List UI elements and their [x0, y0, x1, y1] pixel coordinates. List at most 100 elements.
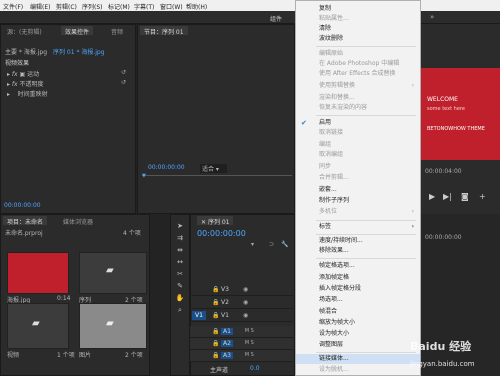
menu-item-restore-unrendered[interactable]: 恢复未渲染的内容 — [296, 103, 420, 113]
menu-item-unlink[interactable]: 取消链接 — [296, 128, 420, 138]
menu-item-make-offline[interactable]: 设为脱机... — [296, 365, 420, 375]
menu-item-scale-to-frame[interactable]: 缩放为帧大小 — [296, 318, 420, 328]
track-header-v2[interactable]: 🔒 V2 ◉ — [190, 297, 293, 309]
mute-solo-buttons[interactable]: M S — [240, 352, 254, 358]
menu-item-insert-frame-hold[interactable]: 插入帧定格分段 — [296, 284, 420, 294]
eye-icon[interactable]: ◉ — [243, 286, 248, 293]
menu-item-ripple-delete[interactable]: 波纹删除 — [296, 34, 420, 44]
rate-stretch-tool-icon[interactable]: ↔ — [175, 257, 185, 267]
sequence-clip-label[interactable]: 序列 01 * 海报.jpg — [53, 47, 105, 56]
hand-tool-icon[interactable]: ✋ — [175, 293, 185, 303]
eye-icon[interactable]: ◉ — [243, 299, 248, 306]
menu-item-merge-clips[interactable]: 合并剪辑... — [296, 173, 420, 183]
marker-icon[interactable]: ▾ — [251, 241, 254, 248]
tab-media-browser[interactable]: 媒体浏览器 — [59, 216, 97, 226]
menu-item-link-media[interactable]: 链接媒体... — [296, 354, 420, 364]
reset-icon[interactable]: ↺ — [121, 79, 126, 86]
program-title[interactable]: 节目：序列 01 — [140, 26, 188, 36]
menu-item-frame-hold-options[interactable]: 帧定格选项... — [296, 261, 420, 271]
menu-item-speed-duration[interactable]: 速度/持续时间... — [296, 236, 420, 246]
zoom-tool-icon[interactable]: ⌕ — [175, 305, 185, 315]
mute-solo-buttons[interactable]: M S — [240, 340, 254, 346]
menu-item-edit-original[interactable]: 编辑原始 — [296, 49, 420, 59]
track-header-a1[interactable]: 🔒 A1 M S — [190, 326, 293, 338]
pen-tool-icon[interactable]: ✎ — [175, 281, 185, 291]
effect-time-remap[interactable]: ▸ 时间重映射 — [7, 89, 48, 98]
menu-edit[interactable]: 编辑(E) — [30, 2, 50, 11]
tab-effect-controls[interactable]: 效果控件 — [61, 26, 94, 36]
menu-help[interactable]: 帮助(H) — [186, 2, 207, 11]
fit-select[interactable]: 适合 ▾ — [200, 164, 227, 173]
menu-title[interactable]: 字幕(T) — [134, 2, 154, 11]
export-frame-icon[interactable]: ◙ — [461, 192, 469, 201]
lock-icon[interactable]: 🔒 — [212, 312, 219, 319]
menu-file[interactable]: 文件(F) — [3, 2, 23, 11]
project-item-thumb[interactable]: ▰ — [79, 303, 147, 349]
program-scrub-bar[interactable] — [142, 175, 292, 176]
menu-item-replace-ae[interactable]: 使用 After Effects 合成替换 — [296, 69, 420, 79]
add-icon[interactable]: + — [479, 192, 486, 201]
tab-audio[interactable]: 音频 — [107, 26, 127, 36]
menu-item-render-replace[interactable]: 渲染和替换... — [296, 93, 420, 103]
menu-clip[interactable]: 剪辑(C) — [56, 2, 77, 11]
menu-item-adjustment-layer[interactable]: 调整图层 — [296, 340, 420, 350]
lock-icon[interactable]: 🔒 — [212, 286, 219, 293]
track-select-tool-icon[interactable]: ⇉ — [175, 233, 185, 243]
menu-item-paste-attributes[interactable]: 粘贴属性... — [296, 14, 420, 24]
menu-item-field-options[interactable]: 场选项... — [296, 295, 420, 305]
step-forward-icon[interactable]: ▶| — [443, 192, 452, 201]
snap-icon[interactable]: ⊃ — [269, 241, 274, 248]
menu-item-enable[interactable]: ✔ 启用 — [296, 118, 420, 128]
menu-marker[interactable]: 标记(M) — [108, 2, 130, 11]
menu-item-nest[interactable]: 嵌套... — [296, 185, 420, 195]
track-header-master[interactable]: 主声道 0.0 — [190, 363, 293, 374]
master-value[interactable]: 0.0 — [250, 365, 260, 372]
menu-item-edit-photoshop[interactable]: 在 Adobe Photoshop 中编辑 — [296, 59, 420, 69]
lock-icon[interactable]: 🔒 — [212, 352, 219, 359]
menu-item-set-to-frame[interactable]: 设为帧大小 — [296, 329, 420, 339]
reset-icon[interactable]: ↺ — [121, 69, 126, 76]
project-item-thumb[interactable]: ▰ — [79, 252, 147, 294]
menu-item-clear[interactable]: 清除 — [296, 24, 420, 34]
menu-item-multicam[interactable]: 多机位 › — [296, 207, 420, 217]
lock-icon[interactable]: 🔒 — [212, 328, 219, 335]
menu-sequence[interactable]: 序列(S) — [82, 2, 103, 11]
menu-item-ungroup[interactable]: 取消编组 — [296, 150, 420, 160]
menu-item-copy[interactable]: 复制 — [296, 4, 420, 14]
program-timecode[interactable]: 00:00:00:00 — [148, 164, 185, 171]
effect-timecode[interactable]: 00:00:00:00 — [4, 202, 41, 209]
razor-tool-icon[interactable]: ✂ — [175, 269, 185, 279]
menu-item-remove-effects[interactable]: 移除效果... — [296, 246, 420, 256]
menu-item-label-color[interactable]: 标签 › — [296, 222, 420, 232]
project-item-name[interactable]: 图片 — [79, 350, 91, 359]
tab-project[interactable]: 项目：未命名 — [3, 216, 48, 226]
menu-chevron-icon[interactable]: » — [430, 13, 434, 21]
menu-item-group[interactable]: 编组 — [296, 140, 420, 150]
master-clip-label[interactable]: 主要 * 海报.jpg — [5, 47, 47, 56]
menu-window[interactable]: 窗口(W) — [160, 2, 183, 11]
track-header-v1[interactable]: 🔒 V1 ◉ — [190, 310, 293, 322]
menu-item-frame-blend[interactable]: 帧混合 — [296, 307, 420, 317]
selection-tool-icon[interactable]: ➤ — [175, 221, 185, 231]
track-header-a3[interactable]: 🔒 A3 M S — [190, 350, 293, 362]
project-item-name[interactable]: 视频 — [7, 350, 19, 359]
project-item-thumb[interactable]: ▰ — [7, 303, 69, 349]
effect-motion[interactable]: ▸ fx ▣ 运动 — [7, 69, 39, 78]
menu-item-make-subsequence[interactable]: 制作子序列 — [296, 196, 420, 206]
workspace-label[interactable]: 组件 — [270, 14, 282, 23]
project-item-thumb[interactable] — [7, 252, 69, 294]
mute-solo-buttons[interactable]: M S — [240, 328, 254, 334]
menu-item-replace-with-clip[interactable]: 使用剪辑替换 › — [296, 81, 420, 91]
effect-opacity[interactable]: ▸ fx 不透明度 — [7, 79, 44, 88]
track-header-v3[interactable]: 🔒 V3 ◉ — [190, 284, 293, 296]
eye-icon[interactable]: ◉ — [243, 312, 248, 319]
track-header-a2[interactable]: 🔒 A2 M S — [190, 338, 293, 350]
menu-item-synchronize[interactable]: 同步 — [296, 162, 420, 172]
playhead-icon[interactable]: ▼ — [142, 173, 146, 179]
tab-source[interactable]: 源：(无剪辑) — [3, 26, 46, 36]
wrench-icon[interactable]: 🔧 — [281, 241, 288, 248]
ripple-edit-tool-icon[interactable]: ⇹ — [175, 245, 185, 255]
menu-item-add-frame-hold[interactable]: 添加帧定格 — [296, 273, 420, 283]
play-icon[interactable]: ▶ — [429, 192, 435, 201]
tab-sequence[interactable]: ✕ 序列 01 — [197, 216, 234, 226]
